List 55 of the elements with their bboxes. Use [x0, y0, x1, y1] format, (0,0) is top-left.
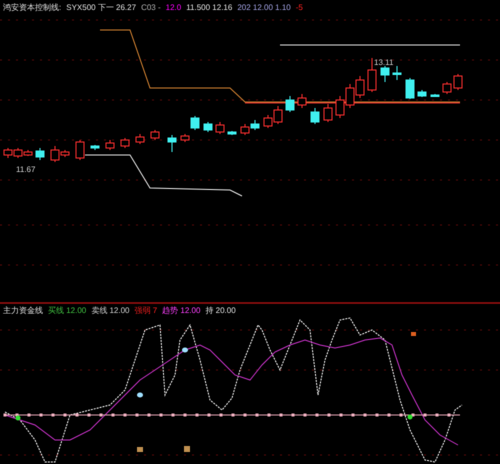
candlestick — [76, 140, 84, 160]
signal-dot — [137, 392, 143, 398]
legend-text: 11.500 12.16 — [186, 3, 232, 13]
candlestick — [228, 130, 236, 136]
legend-text: 持 20.00 — [205, 306, 236, 316]
candlestick — [240, 124, 250, 136]
candlestick — [216, 122, 224, 134]
candlestick — [90, 144, 100, 150]
signal-dot — [182, 348, 188, 352]
candlestick — [168, 134, 176, 152]
price-label: 13.11 — [374, 58, 394, 67]
candlestick — [346, 84, 354, 108]
candlestick — [190, 116, 200, 130]
candlestick — [274, 106, 282, 124]
candlestick — [380, 66, 390, 82]
candlestick — [264, 114, 272, 128]
legend-text: SYX500 下一 26.27 — [66, 3, 136, 13]
legend-text: 主力资金线 — [3, 306, 43, 316]
candlestick — [250, 120, 260, 130]
candlestick — [356, 76, 364, 98]
candlestick — [4, 148, 12, 158]
candlestick — [430, 94, 440, 98]
candlestick — [136, 134, 144, 144]
candlestick — [418, 90, 426, 98]
candlestick — [204, 122, 212, 132]
candlestick — [336, 96, 344, 118]
legend-text: 强弱 7 — [134, 306, 158, 316]
marker-icon — [137, 447, 143, 452]
legend-text: 趋势 12.00 — [162, 306, 200, 316]
candlestick — [120, 138, 130, 148]
price-label: 11.67 — [16, 165, 36, 174]
candlestick — [298, 94, 306, 108]
marker-icon — [411, 332, 416, 336]
candlestick — [442, 82, 452, 94]
legend-text: C03 - — [141, 3, 161, 13]
candlestick — [368, 58, 376, 92]
candlestick — [180, 134, 190, 142]
candlestick — [324, 104, 332, 122]
legend-text: 卖线 12.00 — [91, 306, 130, 316]
candlestick — [310, 108, 320, 124]
candlestick — [150, 130, 160, 140]
legend-text: -5 — [296, 3, 303, 13]
legend-text: 买线 12.00 — [48, 306, 86, 316]
legend-text: 鸿安资本控制线: — [3, 3, 62, 13]
candlestick — [392, 66, 402, 80]
candlestick — [454, 74, 462, 90]
candlestick — [106, 140, 114, 150]
candlestick — [36, 148, 44, 160]
legend-text: 202 12.00 1.10 — [237, 3, 291, 13]
signal-dot — [16, 416, 20, 420]
signal-dot — [408, 414, 412, 420]
candlestick — [286, 96, 294, 112]
marker-icon — [184, 446, 190, 452]
candlestick — [406, 78, 414, 100]
legend-text: 12.0 — [166, 3, 182, 13]
